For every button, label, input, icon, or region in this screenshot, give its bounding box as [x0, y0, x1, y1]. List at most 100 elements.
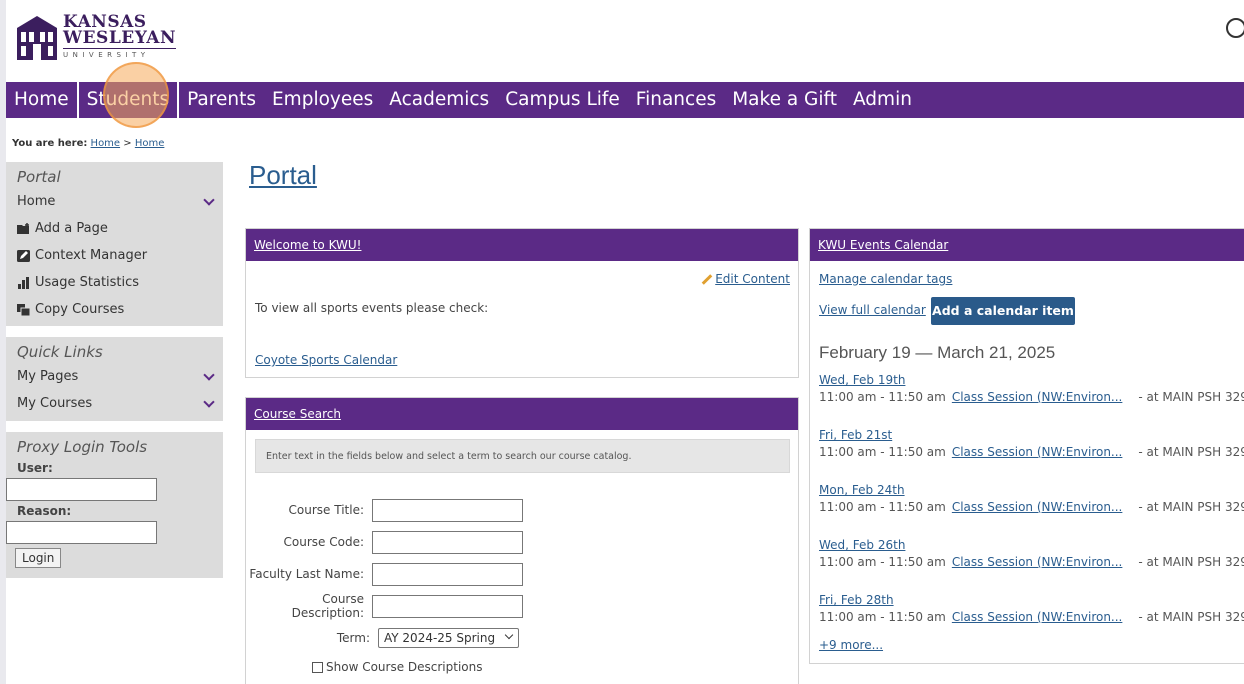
breadcrumb-separator: > — [123, 138, 132, 149]
breadcrumb: You are here: Home > Home — [12, 138, 164, 149]
nav-home[interactable]: Home — [6, 82, 79, 118]
event-title-link[interactable]: Class Session (NW:Environ... — [952, 555, 1123, 569]
course-search-heading[interactable]: Course Search — [246, 398, 798, 430]
course-search-panel: Course Search Enter text in the fields b… — [245, 397, 799, 684]
edit-content-link[interactable]: Edit Content — [701, 272, 790, 286]
sidebar-portal-title: Portal — [17, 168, 61, 186]
nav-admin[interactable]: Admin — [845, 82, 920, 118]
term-select[interactable]: AY 2024-25 Spring — [378, 628, 519, 648]
breadcrumb-home-link[interactable]: Home — [91, 138, 121, 149]
show-descriptions-option[interactable]: Show Course Descriptions — [312, 660, 483, 674]
course-search-note: Enter text in the fields below and selec… — [255, 439, 790, 473]
sidebar-item-context-manager[interactable]: Context Manager — [6, 242, 223, 269]
logo-wordmark: KANSAS WESLEYAN UNIVERSITY — [63, 13, 177, 59]
folder-add-icon — [17, 222, 29, 234]
chevron-down-icon[interactable] — [203, 369, 215, 381]
sidebar-item-usage-statistics[interactable]: Usage Statistics — [6, 269, 223, 296]
building-logo-icon — [17, 16, 57, 60]
sidebar-item-label: My Courses — [17, 396, 93, 411]
course-description-input[interactable] — [372, 594, 523, 618]
proxy-reason-input[interactable] — [6, 521, 157, 544]
copy-icon — [17, 303, 31, 316]
event-row: 11:00 am - 11:50 am Class Session (NW:Env… — [819, 555, 1244, 569]
event-title-link[interactable]: Class Session (NW:Environ... — [952, 500, 1123, 514]
events-calendar-heading[interactable]: KWU Events Calendar — [810, 229, 1244, 261]
course-description-row: Course Description: — [246, 592, 546, 620]
sidebar-item-home[interactable]: Home — [6, 188, 223, 215]
nav-make-a-gift[interactable]: Make a Gift — [724, 82, 845, 118]
events-calendar-panel: KWU Events Calendar Manage calendar tags… — [809, 228, 1244, 664]
logo-line-2: WESLEYAN — [63, 28, 177, 50]
chevron-down-icon[interactable] — [203, 194, 215, 206]
search-icon[interactable] — [1226, 18, 1244, 38]
event-day-link[interactable]: Fri, Feb 21st — [819, 428, 892, 442]
sidebar-item-label: My Pages — [17, 369, 79, 384]
sidebar-portal: Portal Home Add a Page Context Manager U… — [6, 162, 223, 326]
course-code-input[interactable] — [372, 530, 523, 554]
breadcrumb-label: You are here: — [12, 138, 88, 149]
term-label: Term: — [336, 631, 370, 645]
sidebar-item-add-page[interactable]: Add a Page — [6, 215, 223, 242]
sidebar-item-label: Usage Statistics — [35, 275, 140, 290]
proxy-user-input[interactable] — [6, 478, 157, 501]
course-code-row: Course Code: — [246, 530, 546, 554]
bar-chart-icon — [18, 276, 29, 289]
chevron-down-icon[interactable] — [203, 396, 215, 408]
event-day-link[interactable]: Wed, Feb 26th — [819, 538, 905, 552]
event-time: 11:00 am - 11:50 am — [819, 390, 946, 404]
event-location: - at MAIN PSH 329 — [1138, 390, 1244, 404]
event-time: 11:00 am - 11:50 am — [819, 500, 946, 514]
proxy-user-label: User: — [17, 461, 53, 475]
nav-students[interactable]: Students — [79, 82, 180, 118]
event-row: 11:00 am - 11:50 am Class Session (NW:Env… — [819, 390, 1244, 404]
event-time: 11:00 am - 11:50 am — [819, 555, 946, 569]
chevron-down-icon — [504, 630, 514, 640]
course-title-input[interactable] — [372, 498, 523, 522]
event-day-link[interactable]: Wed, Feb 19th — [819, 373, 905, 387]
sidebar-item-my-pages[interactable]: My Pages — [6, 363, 223, 390]
nav-academics[interactable]: Academics — [381, 82, 497, 118]
more-events-link[interactable]: +9 more... — [819, 638, 883, 652]
faculty-last-name-row: Faculty Last Name: — [246, 562, 546, 586]
event-row: 11:00 am - 11:50 am Class Session (NW:Env… — [819, 610, 1244, 624]
coyote-sports-calendar-link[interactable]: Coyote Sports Calendar — [255, 353, 397, 367]
proxy-reason-label: Reason: — [17, 504, 72, 518]
breadcrumb-current-link[interactable]: Home — [135, 138, 165, 149]
nav-finances[interactable]: Finances — [628, 82, 724, 118]
nav-campus-life[interactable]: Campus Life — [497, 82, 628, 118]
event-day-link[interactable]: Mon, Feb 24th — [819, 483, 905, 497]
term-select-value: AY 2024-25 Spring — [384, 631, 496, 645]
edit-square-icon — [17, 249, 30, 262]
course-code-label: Course Code: — [283, 535, 364, 549]
sidebar-proxy-login: Proxy Login Tools User: Reason: Login — [6, 432, 223, 578]
welcome-panel-heading[interactable]: Welcome to KWU! — [246, 229, 798, 261]
view-full-calendar-link[interactable]: View full calendar — [819, 303, 926, 317]
event-title-link[interactable]: Class Session (NW:Environ... — [952, 610, 1123, 624]
nav-parents[interactable]: Parents — [179, 82, 264, 118]
sidebar-item-copy-courses[interactable]: Copy Courses — [6, 296, 223, 323]
sidebar-item-my-courses[interactable]: My Courses — [6, 390, 223, 417]
sidebar-quick-links: Quick Links My Pages My Courses — [6, 337, 223, 421]
sidebar-quick-title: Quick Links — [17, 343, 103, 361]
manage-calendar-tags-link[interactable]: Manage calendar tags — [819, 272, 952, 286]
event-row: 11:00 am - 11:50 am Class Session (NW:Env… — [819, 500, 1244, 514]
event-title-link[interactable]: Class Session (NW:Environ... — [952, 445, 1123, 459]
event-time: 11:00 am - 11:50 am — [819, 610, 946, 624]
sidebar-item-label: Copy Courses — [35, 302, 125, 317]
nav-employees[interactable]: Employees — [264, 82, 381, 118]
show-descriptions-checkbox[interactable] — [312, 661, 323, 673]
event-location: - at MAIN PSH 329 — [1138, 610, 1244, 624]
event-title-link[interactable]: Class Session (NW:Environ... — [952, 390, 1123, 404]
welcome-text: To view all sports events please check: — [255, 301, 489, 315]
page-title[interactable]: Portal — [249, 160, 317, 191]
event-time: 11:00 am - 11:50 am — [819, 445, 946, 459]
faculty-last-name-label: Faculty Last Name: — [249, 567, 364, 581]
event-day-link[interactable]: Fri, Feb 28th — [819, 593, 894, 607]
sidebar-item-label: Context Manager — [35, 248, 148, 263]
pencil-icon — [701, 274, 713, 285]
faculty-last-name-input[interactable] — [372, 562, 523, 586]
course-title-row: Course Title: — [246, 498, 546, 522]
add-calendar-item-button[interactable]: Add a calendar item — [931, 297, 1075, 325]
login-button[interactable]: Login — [15, 548, 62, 568]
kwu-logo[interactable]: KANSAS WESLEYAN UNIVERSITY — [16, 13, 177, 62]
